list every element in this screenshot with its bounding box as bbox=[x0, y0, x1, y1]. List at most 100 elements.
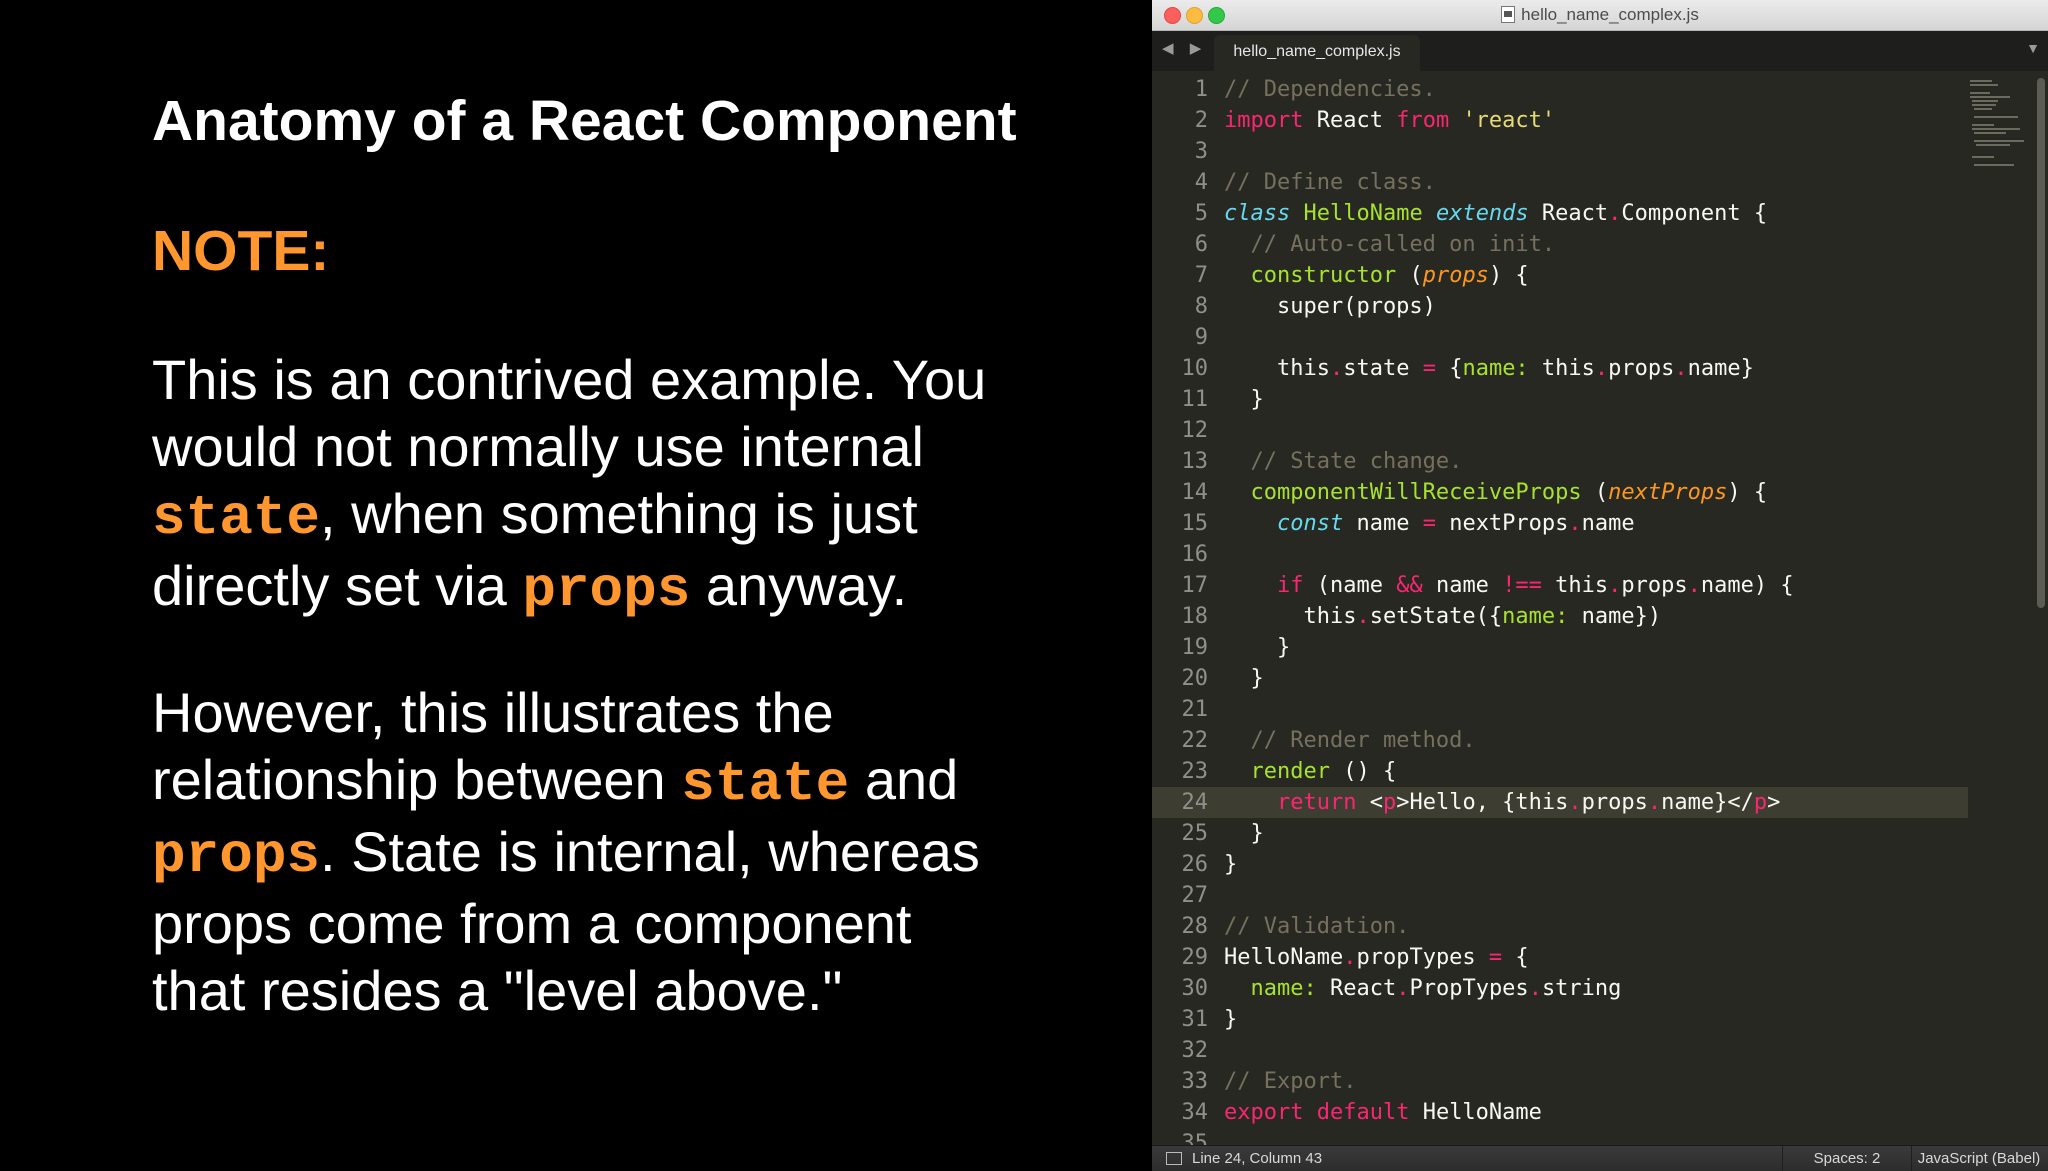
indentation-selector[interactable]: Spaces: 2 bbox=[1782, 1146, 1912, 1171]
code-token: nextProps bbox=[1608, 480, 1728, 505]
code-line[interactable]: 11 } bbox=[1152, 384, 1968, 415]
line-number: 33 bbox=[1181, 1069, 1209, 1094]
code-line[interactable]: 22 // Render method. bbox=[1152, 725, 1968, 756]
code-text: // State change. bbox=[1224, 446, 1463, 477]
code-line[interactable]: 8 super(props) bbox=[1152, 291, 1968, 322]
code-line[interactable]: 19 } bbox=[1152, 632, 1968, 663]
vertical-scrollbar[interactable] bbox=[2037, 78, 2045, 608]
code-token: return bbox=[1276, 790, 1357, 815]
window-title: hello_name_complex.js bbox=[1152, 0, 2048, 30]
code-token: HelloName bbox=[1303, 201, 1423, 226]
minimap-line bbox=[1972, 128, 2020, 130]
line-number: 17 bbox=[1181, 573, 1209, 598]
text-run: anyway. bbox=[690, 554, 908, 617]
line-number: 15 bbox=[1181, 511, 1209, 536]
minimap-line bbox=[1974, 116, 2018, 118]
code-token: this bbox=[1528, 356, 1595, 381]
code-line[interactable]: 4 // Define class. bbox=[1152, 167, 1968, 198]
code-line[interactable]: 9 bbox=[1152, 322, 1968, 353]
code-line[interactable]: 14 componentWillReceiveProps (nextProps)… bbox=[1152, 477, 1968, 508]
code-line[interactable]: 27 bbox=[1152, 880, 1968, 911]
code-token: } bbox=[1224, 821, 1264, 846]
code-token: if bbox=[1276, 573, 1304, 598]
status-bar: Line 24, Column 43 Spaces: 2 JavaScript … bbox=[1152, 1145, 2048, 1171]
code-token: React bbox=[1316, 976, 1397, 1001]
code-line[interactable]: 35 bbox=[1152, 1128, 1968, 1145]
code-line[interactable]: 12 bbox=[1152, 415, 1968, 446]
code-line[interactable]: 26} bbox=[1152, 849, 1968, 880]
tab-dropdown-icon[interactable]: ▼ bbox=[2026, 40, 2040, 56]
text-run: and bbox=[849, 748, 959, 811]
code-line[interactable]: 2 import React from 'react' bbox=[1152, 105, 1968, 136]
code-line[interactable]: 10 this.state = {name: this.props.name} bbox=[1152, 353, 1968, 384]
code-token: // Define class. bbox=[1224, 170, 1436, 195]
code-token: name} bbox=[1687, 356, 1754, 381]
minimap-line bbox=[1970, 96, 2010, 98]
code-token: propTypes bbox=[1356, 945, 1489, 970]
code-line[interactable]: 1 // Dependencies. bbox=[1152, 74, 1968, 105]
code-line[interactable]: 31} bbox=[1152, 1004, 1968, 1035]
panel-toggle-icon[interactable] bbox=[1166, 1152, 1182, 1165]
code-text: componentWillReceiveProps (nextProps) { bbox=[1224, 477, 1768, 508]
code-line[interactable]: 13 // State change. bbox=[1152, 446, 1968, 477]
code-token: . bbox=[1329, 356, 1344, 381]
code-line[interactable]: 3 bbox=[1152, 136, 1968, 167]
tab-nav-arrows-icon[interactable]: ◀ ▶ bbox=[1162, 39, 1207, 57]
code-token: default bbox=[1316, 1100, 1410, 1125]
code-token: && bbox=[1396, 573, 1423, 598]
inline-code-props: props bbox=[522, 558, 691, 622]
minimap-line bbox=[1970, 92, 1990, 94]
code-token: HelloName bbox=[1224, 945, 1344, 970]
tab-hello-name-complex[interactable]: hello_name_complex.js bbox=[1214, 35, 1420, 71]
code-line[interactable]: 16 bbox=[1152, 539, 1968, 570]
code-line[interactable]: 17 if (name && name !== this.props.name)… bbox=[1152, 570, 1968, 601]
code-line[interactable]: 5 class HelloName extends React.Component… bbox=[1152, 198, 1968, 229]
code-token: extends bbox=[1435, 201, 1529, 226]
text-line: relationship between state and bbox=[152, 746, 1152, 818]
code-line[interactable]: 30 name: React.PropTypes.string bbox=[1152, 973, 1968, 1004]
code-line[interactable]: 24 return <p>Hello, {this.props.name}</p… bbox=[1152, 787, 1968, 818]
code-line[interactable]: 29 HelloName.propTypes = { bbox=[1152, 942, 1968, 973]
line-number: 23 bbox=[1181, 759, 1209, 784]
code-line[interactable]: 32 bbox=[1152, 1035, 1968, 1066]
minimap-line bbox=[1974, 140, 2024, 142]
code-token: . bbox=[1594, 356, 1609, 381]
code-token: } bbox=[1224, 852, 1238, 877]
line-number: 18 bbox=[1181, 604, 1209, 629]
minimap[interactable] bbox=[1968, 78, 2028, 168]
syntax-selector[interactable]: JavaScript (Babel) bbox=[1910, 1146, 2048, 1171]
note-label: NOTE: bbox=[152, 219, 330, 283]
code-token: > bbox=[1767, 790, 1781, 815]
line-number: 25 bbox=[1181, 821, 1209, 846]
code-line[interactable]: 7 constructor (props) { bbox=[1152, 260, 1968, 291]
code-line[interactable]: 18 this.setState({name: name}) bbox=[1152, 601, 1968, 632]
code-token: import bbox=[1224, 108, 1304, 133]
inline-code-props: props bbox=[152, 824, 321, 888]
code-line[interactable]: 23 render () { bbox=[1152, 756, 1968, 787]
code-line[interactable]: 21 bbox=[1152, 694, 1968, 725]
code-line[interactable]: 15 const name = nextProps.name bbox=[1152, 508, 1968, 539]
code-token: . bbox=[1396, 976, 1410, 1001]
code-line[interactable]: 33 // Export. bbox=[1152, 1066, 1968, 1097]
code-text: // Auto-called on init. bbox=[1224, 229, 1556, 260]
code-token: // State change. bbox=[1250, 449, 1463, 474]
code-line[interactable]: 34 export default HelloName bbox=[1152, 1097, 1968, 1128]
inline-code-state: state bbox=[152, 486, 321, 550]
code-editor[interactable]: 1 // Dependencies. 2 import React from 'rea… bbox=[1152, 71, 2048, 1145]
text-run: relationship between bbox=[152, 748, 682, 811]
code-line[interactable]: 6 // Auto-called on init. bbox=[1152, 229, 1968, 260]
line-number: 16 bbox=[1181, 542, 1209, 567]
title-bar[interactable]: hello_name_complex.js bbox=[1152, 0, 2048, 31]
line-number: 20 bbox=[1181, 666, 1209, 691]
code-line[interactable]: 20 } bbox=[1152, 663, 1968, 694]
text-run: , when something is just bbox=[320, 482, 918, 545]
code-line[interactable]: 25 } bbox=[1152, 818, 1968, 849]
code-line[interactable]: 28 // Validation. bbox=[1152, 911, 1968, 942]
code-text: class HelloName extends React.Component … bbox=[1224, 198, 1767, 229]
